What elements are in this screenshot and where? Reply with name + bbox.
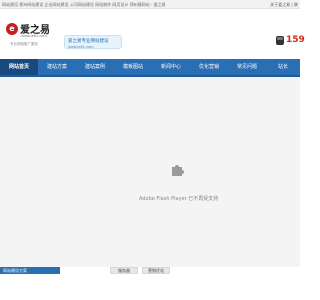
nav-item-solutions[interactable]: 建站方案 [38,59,76,75]
flash-message: Adobe Flash Player 已不再受支持 [139,196,219,202]
nav-item-news[interactable]: 新闻中心 [152,59,190,75]
header: e 爱之易 -www.ie61.com- 专业网络推广服务 爱之易专业网站建设 … [0,9,305,59]
logo-url: -www.ie61.com- [20,34,49,38]
flash-placeholder [0,77,300,267]
phone-contact: 159 [276,35,305,47]
server-tab[interactable]: 服务器 [110,267,138,274]
plugin-icon [172,165,184,176]
promo-title: 爱之易专业网站建设 [68,39,109,44]
promo-bubble: 爱之易专业网站建设 www.ie61.com [64,35,122,49]
seo-tab[interactable]: 营销优化 [142,267,170,274]
logo-icon[interactable]: e [6,23,18,35]
nav-item-seo[interactable]: 优化营销 [190,59,228,75]
top-bar: 网站建设 郑州网站建设 企业网站建设 公司网站建设 网站制作 网页设计 郑州建网… [0,0,300,9]
logo-slogan: 专业网络推广服务 [10,42,38,46]
nav-item-templates[interactable]: 模板图站 [114,59,152,75]
telephone-icon [276,36,284,45]
bottom-section: 网站建设方案 服务器 营销优化 [0,267,300,300]
phone-number: 159 [286,35,305,45]
site-tagline: 网站建设 郑州网站建设 企业网站建设 公司网站建设 网站制作 网页设计 郑州建网… [2,2,166,7]
promo-url: www.ie61.com [68,45,94,49]
solutions-section-tab[interactable]: 网站建设方案 [0,267,60,274]
nav-item-webmaster[interactable]: 站长 [266,59,300,75]
main-nav: 网站首页 建站方案 建站案例 模板图站 新闻中心 优化营销 常见问题 站长 [0,59,300,77]
nav-item-faq[interactable]: 常见问题 [228,59,266,75]
nav-item-cases[interactable]: 建站案例 [76,59,114,75]
nav-item-home[interactable]: 网站首页 [0,59,38,75]
about-link[interactable]: 关于爱之易 | 联 [270,2,298,8]
